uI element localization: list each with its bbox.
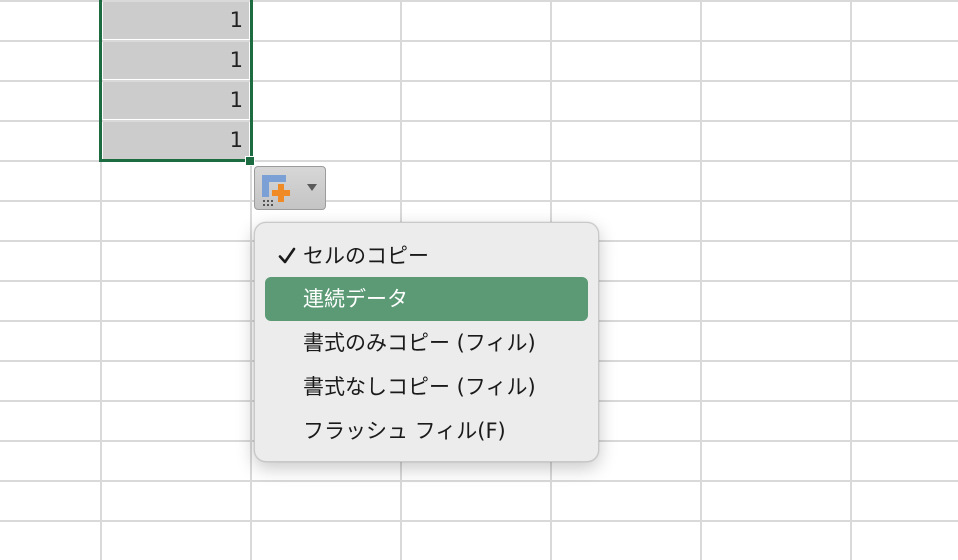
menu-item-label: 連続データ <box>303 287 408 311</box>
menu-item-fill-series[interactable]: 連続データ <box>265 277 588 321</box>
autofill-options-button[interactable] <box>254 166 326 210</box>
menu-item-copy-cells[interactable]: セルのコピー <box>265 234 588 278</box>
menu-item-flash-fill[interactable]: フラッシュ フィル(F) <box>265 409 588 453</box>
chevron-down-icon <box>307 184 317 191</box>
menu-item-fill-without-formatting[interactable]: 書式なしコピー (フィル) <box>265 365 588 409</box>
selection-border <box>99 0 253 162</box>
menu-item-label: フラッシュ フィル(F) <box>303 419 506 443</box>
autofill-options-menu: セルのコピー 連続データ 書式のみコピー (フィル) 書式なしコピー (フィル)… <box>254 222 599 462</box>
menu-item-fill-formatting-only[interactable]: 書式のみコピー (フィル) <box>265 321 588 365</box>
menu-item-label: セルのコピー <box>303 244 429 268</box>
menu-item-label: 書式のみコピー (フィル) <box>303 331 536 355</box>
grid-line <box>0 480 958 482</box>
spreadsheet-grid[interactable]: 1 1 1 1 セルのコピー 連続データ 書式のみコピー (フィル) 書式なしコ… <box>0 0 958 560</box>
menu-item-label: 書式なしコピー (フィル) <box>303 375 536 399</box>
grid-line <box>0 200 958 202</box>
checkmark-icon <box>278 247 296 264</box>
fill-handle[interactable] <box>245 156 255 166</box>
autofill-options-icon <box>262 175 290 206</box>
grid-line <box>0 520 958 522</box>
